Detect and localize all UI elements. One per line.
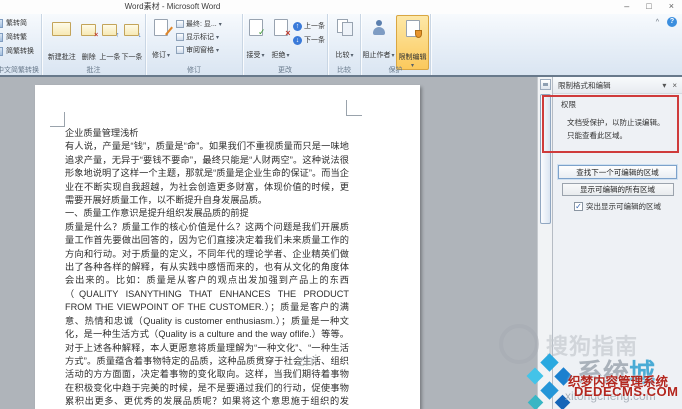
compare-icon — [336, 19, 353, 36]
show-markup-icon — [176, 33, 184, 41]
display-for-review-dropdown[interactable]: 最终: 显... ▾ — [176, 19, 222, 29]
ribbon-review-tab: 繁转简 简转繁 简繁转换 中文简繁转换 新建批注 × 删除 ↑ 上一条 ↓ 下一… — [0, 14, 682, 77]
reviewing-pane-icon — [176, 46, 184, 54]
next-comment-button[interactable]: ↓ 下一条 — [121, 16, 143, 62]
checkbox-checked-icon[interactable]: ✓ — [574, 202, 583, 211]
close-button[interactable]: × — [669, 0, 674, 13]
group-label: 更改 — [278, 67, 292, 74]
pane-close-icon[interactable]: × — [672, 81, 677, 90]
group-label: 批注 — [86, 67, 101, 74]
chevron-down-icon: ▾ — [261, 52, 265, 59]
convert-icon — [0, 32, 3, 42]
group-label: 中文简繁转换 — [0, 67, 39, 74]
delete-comment-button[interactable]: × 删除 — [79, 16, 99, 62]
minimize-button[interactable]: – — [624, 0, 629, 13]
group-label: 保护 — [388, 67, 403, 74]
chevron-down-icon: ▾ — [391, 52, 395, 59]
new-comment-icon — [52, 22, 72, 36]
reviewing-pane-dropdown[interactable]: 审阅窗格 ▾ — [176, 45, 222, 55]
track-changes-button[interactable]: 修订 ▾ — [146, 14, 176, 60]
chevron-down-icon: ▾ — [216, 47, 220, 54]
restore-button[interactable]: □ — [646, 0, 651, 13]
new-comment-button[interactable]: 新建批注 — [45, 16, 79, 62]
compare-button[interactable]: 比较 ▾ — [328, 14, 361, 60]
simplified-to-trad-button[interactable]: 简转繁 — [0, 32, 41, 42]
pane-menu-chevron-icon[interactable]: ▾ — [662, 81, 666, 90]
margin-crop-mark — [346, 100, 347, 116]
chevron-down-icon: ▾ — [286, 52, 290, 59]
restrict-editing-icon — [405, 20, 422, 38]
chevron-down-icon: ▾ — [350, 52, 354, 59]
ribbon-group-compare: 比较 ▾ 比较 — [328, 14, 361, 75]
next-change-icon: ↓ — [293, 35, 302, 45]
group-label: 修订 — [187, 67, 201, 74]
annotation-red-box — [542, 95, 679, 153]
convert-icon — [0, 46, 3, 56]
document-page: 企业质量管理浅析 有人说，产量是“钱”，质量是“命”。如果我们不重视质量而只是一… — [35, 85, 420, 409]
block-authors-icon — [372, 20, 386, 36]
previous-change-icon: ↑ — [293, 21, 302, 31]
ribbon-group-protect: 阻止作者 ▾ 限制编辑 ▾ 保护 — [361, 14, 431, 75]
previous-comment-icon: ↑ — [102, 24, 119, 39]
pane-title: 限制格式和编辑 — [558, 80, 611, 90]
block-authors-button[interactable]: 阻止作者 ▾ — [361, 14, 396, 60]
chevron-down-icon: ▾ — [216, 34, 220, 41]
margin-crop-mark — [50, 126, 65, 127]
simplified-trad-convert-button[interactable]: 简繁转换 — [0, 46, 41, 56]
next-comment-icon: ↓ — [124, 24, 141, 39]
convert-icon — [0, 18, 3, 28]
view-ruler-toggle-icon[interactable] — [540, 79, 551, 90]
accept-icon: ✓ — [248, 19, 266, 37]
highlight-editable-regions-checkbox-row: ✓ 突出显示可编辑的区域 — [574, 201, 661, 212]
document-paragraph: 有人说，产量是“钱”，质量是“命”。如果我们不重视质量而只是一味地追求产量，无异… — [65, 141, 349, 206]
chevron-down-icon: ▾ — [166, 52, 170, 59]
group-label: 比较 — [337, 67, 351, 74]
document-title-line: 企业质量管理浅析 — [65, 128, 139, 138]
previous-change-button[interactable]: ↑ 上一条 — [293, 21, 325, 31]
document-paragraph: 质量是什么？质量工作的核心价值是什么？这两个问题是我们开展质量工作首先要做出回答… — [65, 221, 349, 407]
chevron-down-icon: ▾ — [218, 21, 222, 28]
ribbon-group-changes: ✓ 接受 ▾ × 拒绝 ▾ ↑ 上一条 ↓ 下一条 更改 — [243, 14, 328, 75]
ribbon-group-tracking: 修订 ▾ 最终: 显... ▾ 显示标记 ▾ 审阅窗格 ▾ 修订 — [146, 14, 243, 75]
pane-header: 限制格式和编辑 ▾ × — [553, 77, 682, 94]
find-next-editable-region-button[interactable]: 查找下一个可编辑的区域 — [558, 165, 677, 179]
collapse-ribbon-button[interactable]: ^ — [656, 19, 659, 26]
restrict-editing-button[interactable]: 限制编辑 ▾ — [396, 15, 429, 70]
word-window: Word素材 - Microsoft Word – □ × 繁转简 简转繁 简繁… — [0, 0, 682, 409]
show-markup-dropdown[interactable]: 显示标记 ▾ — [176, 32, 222, 42]
document-area: 企业质量管理浅析 有人说，产量是“钱”，质量是“命”。如果我们不重视质量而只是一… — [0, 77, 552, 409]
help-button[interactable]: ? — [667, 17, 677, 27]
ribbon-group-chinese-conversion: 繁转简 简转繁 简繁转换 中文简繁转换 — [0, 14, 42, 75]
window-title: Word素材 - Microsoft Word — [124, 2, 221, 11]
ribbon-group-comments: 新建批注 × 删除 ↑ 上一条 ↓ 下一条 批注 — [42, 14, 146, 75]
document-heading: 一、质量工作意识是提升组织发展品质的前提 — [65, 208, 249, 219]
next-change-button[interactable]: ↓ 下一条 — [293, 35, 325, 45]
reject-change-button[interactable]: × 拒绝 ▾ — [268, 14, 293, 60]
accept-change-button[interactable]: ✓ 接受 ▾ — [243, 14, 268, 60]
checkbox-label: 突出显示可编辑的区域 — [586, 202, 661, 211]
delete-comment-icon: × — [81, 24, 98, 39]
margin-crop-mark — [64, 112, 65, 127]
margin-crop-mark — [347, 115, 362, 116]
track-changes-icon — [154, 19, 173, 36]
trad-to-simplified-button[interactable]: 繁转简 — [0, 18, 41, 28]
previous-comment-button[interactable]: ↑ 上一条 — [99, 16, 121, 62]
page-watermark-fragment: zhi — [297, 353, 318, 370]
reject-icon: × — [273, 19, 291, 38]
display-review-icon — [176, 20, 184, 28]
show-all-editable-regions-button[interactable]: 显示可编辑的所有区域 — [561, 183, 674, 196]
title-bar: Word素材 - Microsoft Word – □ × — [0, 0, 682, 14]
